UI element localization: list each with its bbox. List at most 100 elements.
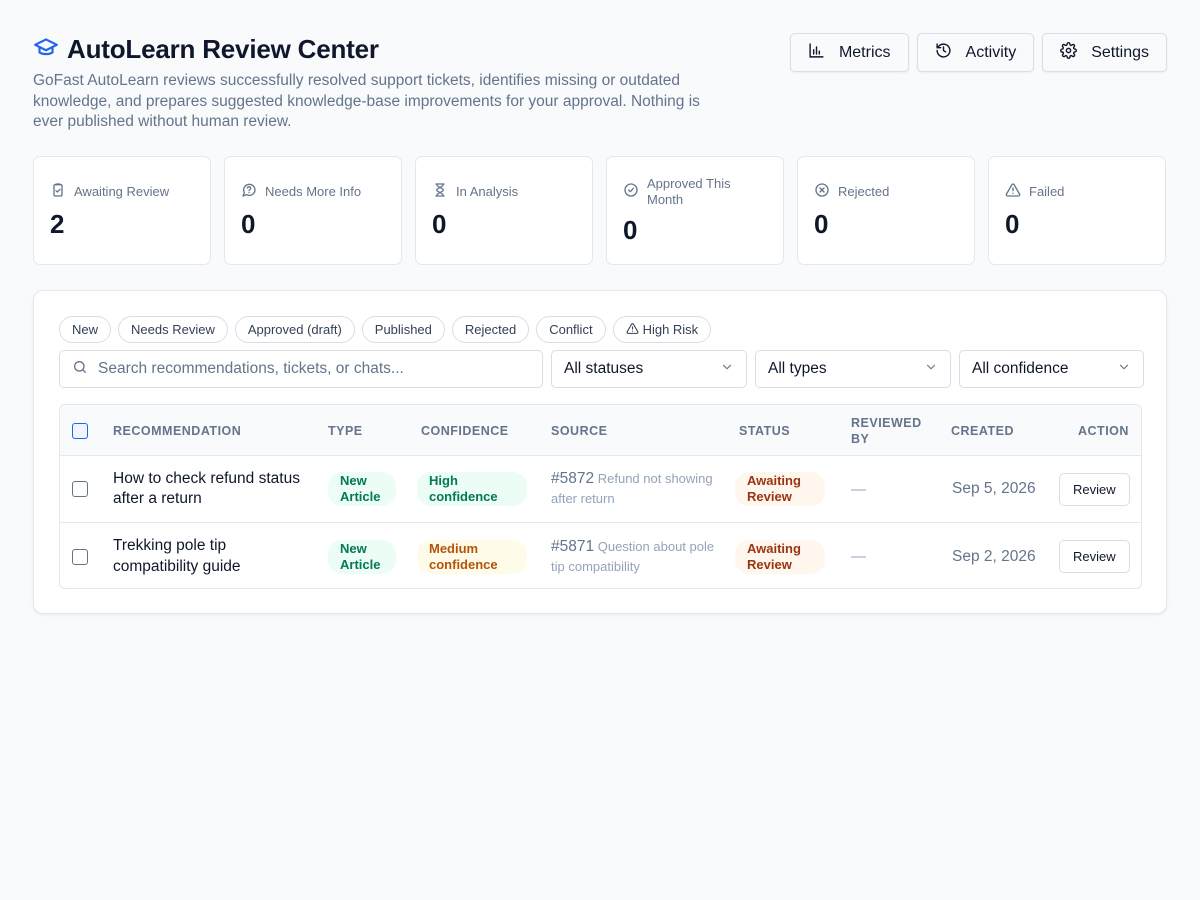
type-badge: New Article xyxy=(328,472,396,506)
warning-icon xyxy=(626,322,639,338)
reviewed-by-value: — xyxy=(851,480,866,498)
hourglass-icon xyxy=(432,182,448,202)
chip-published[interactable]: Published xyxy=(361,316,445,343)
stat-value: 0 xyxy=(432,208,447,239)
recommendation-title[interactable]: How to check refund status after a retur… xyxy=(113,469,313,510)
type-select-value: All types xyxy=(768,360,827,377)
chip-rejected[interactable]: Rejected xyxy=(451,316,530,343)
created-cell: Sep 5, 2026 xyxy=(952,456,1036,522)
table-row[interactable]: Trekking pole tip compatibility guide Ne… xyxy=(60,523,1141,588)
source-info[interactable]: #5872 Refund not showing after return xyxy=(551,469,726,509)
type-cell: New Article xyxy=(328,523,396,588)
metrics-label: Metrics xyxy=(838,43,891,61)
filter-bar: All statuses All types All confidence xyxy=(59,350,1144,388)
stat-label-row: Awaiting Review xyxy=(50,182,194,202)
chip-high-risk[interactable]: High Risk xyxy=(612,316,712,343)
reviewed-by-cell: — xyxy=(851,523,866,588)
ticket-number: #5871 xyxy=(551,537,595,555)
confidence-badge: Medium confidence xyxy=(417,539,527,574)
clipboard-check-icon xyxy=(50,182,66,202)
check-circle-icon xyxy=(623,182,639,202)
status-badge: Awaiting Review xyxy=(735,472,825,506)
chip-needs-review[interactable]: Needs Review xyxy=(118,316,228,343)
type-select[interactable]: All types xyxy=(755,350,951,388)
stat-value: 0 xyxy=(241,208,256,239)
gear-icon xyxy=(1060,41,1078,64)
chip-label: High Risk xyxy=(642,322,699,337)
recommendation-title[interactable]: Trekking pole tip compatibility guide xyxy=(113,536,293,577)
chip-conflict[interactable]: Conflict xyxy=(536,316,606,343)
recommendation-cell: How to check refund status after a retur… xyxy=(113,456,313,522)
stat-label: Rejected xyxy=(838,183,890,199)
stat-label: Awaiting Review xyxy=(74,183,170,199)
select-all-cell xyxy=(72,405,88,456)
stat-in-analysis: In Analysis 0 xyxy=(415,156,593,265)
stat-label: Needs More Info xyxy=(265,183,362,199)
warning-icon xyxy=(1005,182,1021,202)
page-header: AutoLearn Review Center GoFast AutoLearn… xyxy=(33,33,713,133)
action-cell: Review xyxy=(1059,456,1130,522)
status-select-value: All statuses xyxy=(564,360,644,377)
source-cell: #5872 Refund not showing after return xyxy=(551,456,726,522)
select-all-checkbox[interactable] xyxy=(72,422,88,439)
confidence-cell: High confidence xyxy=(417,456,527,522)
page-title: AutoLearn Review Center xyxy=(67,33,379,64)
confidence-select-value: All confidence xyxy=(972,360,1069,377)
row-checkbox[interactable] xyxy=(72,481,88,497)
stat-value: 2 xyxy=(50,208,65,239)
source-cell: #5871 Question about pole tip compatibil… xyxy=(551,523,726,588)
column-header-type[interactable]: TYPE xyxy=(328,405,363,456)
review-button[interactable]: Review xyxy=(1059,540,1130,573)
chip-new[interactable]: New xyxy=(59,316,112,343)
column-header-action: ACTION xyxy=(1078,423,1129,438)
confidence-cell: Medium confidence xyxy=(417,523,527,588)
status-cell: Awaiting Review xyxy=(735,523,825,588)
row-checkbox[interactable] xyxy=(72,548,88,565)
chip-approved-draft[interactable]: Approved (draft) xyxy=(234,316,355,343)
confidence-select[interactable]: All confidence xyxy=(959,350,1144,388)
top-actions: Metrics Activity Settings xyxy=(789,33,1167,72)
type-cell: New Article xyxy=(328,456,396,522)
stat-value: 0 xyxy=(814,208,829,239)
metrics-button[interactable]: Metrics xyxy=(789,33,909,72)
stat-approved-this-month: Approved This Month 0 xyxy=(606,156,784,265)
stats-row: Awaiting Review 2 Needs More Info 0 In A… xyxy=(33,156,1166,265)
page-subtitle: GoFast AutoLearn reviews successfully re… xyxy=(33,72,700,130)
table-header: RECOMMENDATION TYPE CONFIDENCE SOURCE ST… xyxy=(60,405,1141,456)
bar-chart-icon xyxy=(808,42,825,64)
filter-chips: New Needs Review Approved (draft) Publis… xyxy=(59,316,712,343)
stat-label: Approved This Month xyxy=(647,175,731,207)
column-header-source[interactable]: SOURCE xyxy=(551,405,607,456)
stat-failed: Failed 0 xyxy=(988,156,1166,265)
stat-label-row: Needs More Info xyxy=(241,182,385,202)
x-circle-icon xyxy=(814,182,830,202)
stat-awaiting-review: Awaiting Review 2 xyxy=(33,156,211,265)
status-select[interactable]: All statuses xyxy=(551,350,747,388)
stat-label: Failed xyxy=(1029,183,1065,199)
settings-label: Settings xyxy=(1091,43,1149,61)
table-row[interactable]: How to check refund status after a retur… xyxy=(60,456,1141,523)
row-select-cell xyxy=(72,523,88,588)
recommendations-table: RECOMMENDATION TYPE CONFIDENCE SOURCE ST… xyxy=(59,404,1142,589)
stat-label-row: Rejected xyxy=(814,182,958,202)
graduation-cap-icon xyxy=(33,34,59,65)
column-header-reviewed-by[interactable]: REVIEWED BY xyxy=(851,405,931,456)
column-header-created[interactable]: CREATED xyxy=(951,405,1014,456)
chevron-down-icon xyxy=(924,360,938,379)
created-date: Sep 5, 2026 xyxy=(952,480,1036,497)
ticket-number: #5872 xyxy=(551,470,595,487)
column-header-status[interactable]: STATUS xyxy=(739,405,790,456)
column-header-confidence[interactable]: CONFIDENCE xyxy=(421,405,509,456)
source-info[interactable]: #5871 Question about pole tip compatibil… xyxy=(551,537,726,577)
column-header-recommendation[interactable]: RECOMMENDATION xyxy=(113,405,241,456)
settings-button[interactable]: Settings xyxy=(1042,33,1167,72)
stat-label: In Analysis xyxy=(456,183,519,199)
activity-button[interactable]: Activity xyxy=(916,33,1035,72)
search-box xyxy=(59,350,543,388)
search-input[interactable] xyxy=(98,360,518,378)
review-button[interactable]: Review xyxy=(1059,472,1130,506)
chevron-down-icon xyxy=(1117,360,1131,379)
stat-label-row: Failed xyxy=(1005,182,1149,202)
stat-label-row: Approved This Month xyxy=(623,176,767,208)
stat-needs-more-info: Needs More Info 0 xyxy=(224,156,402,265)
